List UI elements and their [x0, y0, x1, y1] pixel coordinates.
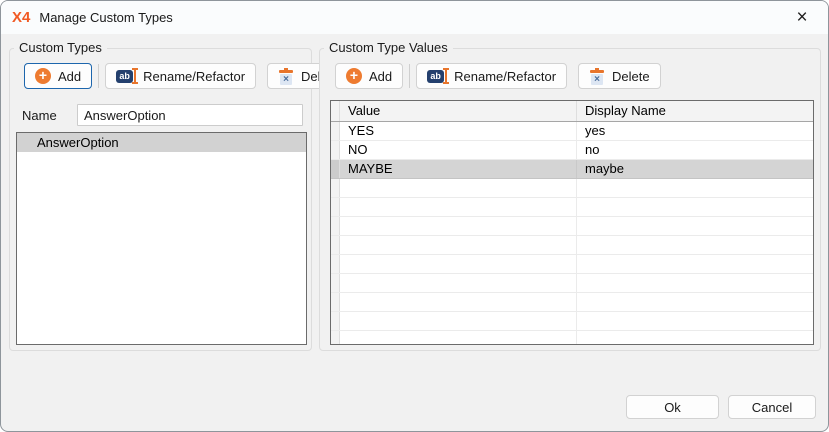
add-value-button[interactable]: Add: [335, 63, 403, 89]
cell-value[interactable]: [340, 293, 577, 311]
table-row-empty[interactable]: [331, 217, 813, 236]
row-header-cell[interactable]: [331, 160, 340, 178]
cell-display-name[interactable]: yes: [577, 122, 813, 140]
cell-value[interactable]: [340, 217, 577, 235]
row-header-cell[interactable]: [331, 198, 340, 216]
delete-value-label: Delete: [612, 69, 650, 84]
table-row-empty[interactable]: [331, 293, 813, 312]
add-value-label: Add: [369, 69, 392, 84]
cancel-button[interactable]: Cancel: [728, 395, 816, 419]
cell-value[interactable]: MAYBE: [340, 160, 577, 178]
custom-types-group-label: Custom Types: [14, 40, 107, 55]
toolbar-separator: [98, 64, 99, 88]
row-header-cell[interactable]: [331, 236, 340, 254]
type-name-input[interactable]: [77, 104, 303, 126]
row-header-cell[interactable]: [331, 122, 340, 140]
table-row-empty[interactable]: [331, 274, 813, 293]
row-header-cell[interactable]: [331, 141, 340, 159]
table-row-empty[interactable]: [331, 255, 813, 274]
row-header-cell[interactable]: [331, 331, 340, 345]
table-row-empty[interactable]: [331, 312, 813, 331]
values-table: Value Display Name YESyesNOnoMAYBEmaybe: [330, 100, 814, 345]
add-icon: [346, 68, 362, 84]
cell-display-name[interactable]: [577, 255, 813, 273]
cell-value[interactable]: [340, 274, 577, 292]
delete-value-button[interactable]: × Delete: [578, 63, 661, 89]
table-row-empty[interactable]: [331, 198, 813, 217]
custom-type-values-groupbox: Custom Type Values Add ab Rename/Refacto…: [319, 48, 821, 351]
rename-value-label: Rename/Refactor: [454, 69, 556, 84]
cell-display-name[interactable]: [577, 331, 813, 345]
column-header-display-name[interactable]: Display Name: [577, 101, 813, 121]
cell-value[interactable]: [340, 255, 577, 273]
app-logo: X4: [12, 9, 30, 26]
add-type-button[interactable]: Add: [24, 63, 92, 89]
ok-button[interactable]: Ok: [626, 395, 719, 419]
rename-value-button[interactable]: ab Rename/Refactor: [416, 63, 567, 89]
toolbar-separator: [409, 64, 410, 88]
table-row[interactable]: YESyes: [331, 122, 813, 141]
cell-display-name[interactable]: [577, 217, 813, 235]
cell-display-name[interactable]: [577, 274, 813, 292]
cell-display-name[interactable]: [577, 293, 813, 311]
row-header-cell[interactable]: [331, 274, 340, 292]
cell-value[interactable]: [340, 236, 577, 254]
row-header-cell[interactable]: [331, 293, 340, 311]
add-type-label: Add: [58, 69, 81, 84]
rename-type-button[interactable]: ab Rename/Refactor: [105, 63, 256, 89]
name-label: Name: [22, 108, 57, 123]
row-header-corner: [331, 101, 340, 121]
cell-display-name[interactable]: no: [577, 141, 813, 159]
row-header-cell[interactable]: [331, 179, 340, 197]
custom-types-groupbox: Custom Types Add ab Rename/Refactor × De…: [9, 48, 312, 351]
cell-value[interactable]: NO: [340, 141, 577, 159]
row-header-cell[interactable]: [331, 217, 340, 235]
window-title: Manage Custom Types: [39, 10, 172, 25]
cell-display-name[interactable]: maybe: [577, 160, 813, 178]
custom-types-list[interactable]: AnswerOption: [16, 132, 307, 345]
cell-display-name[interactable]: [577, 312, 813, 330]
custom-type-values-toolbar: Add ab Rename/Refactor × Delete: [335, 63, 661, 89]
row-header-cell[interactable]: [331, 255, 340, 273]
titlebar: X4 Manage Custom Types ×: [1, 1, 828, 34]
custom-types-toolbar: Add ab Rename/Refactor × Delete: [24, 63, 350, 89]
cell-display-name[interactable]: [577, 198, 813, 216]
row-header-cell[interactable]: [331, 312, 340, 330]
manage-custom-types-dialog: X4 Manage Custom Types × Custom Types Ad…: [0, 0, 829, 432]
table-row-empty[interactable]: [331, 236, 813, 255]
list-item[interactable]: AnswerOption: [17, 133, 306, 152]
table-row-empty[interactable]: [331, 331, 813, 345]
rename-icon: ab: [116, 68, 136, 84]
rename-icon: ab: [427, 68, 447, 84]
values-table-header: Value Display Name: [331, 101, 813, 122]
rename-type-label: Rename/Refactor: [143, 69, 245, 84]
cell-value[interactable]: [340, 198, 577, 216]
cell-display-name[interactable]: [577, 179, 813, 197]
cell-value[interactable]: [340, 331, 577, 345]
close-icon[interactable]: ×: [789, 5, 815, 31]
delete-icon: ×: [278, 68, 294, 85]
table-row[interactable]: MAYBEmaybe: [331, 160, 813, 179]
delete-icon: ×: [589, 68, 605, 85]
cell-value[interactable]: [340, 312, 577, 330]
custom-type-values-group-label: Custom Type Values: [324, 40, 453, 55]
add-icon: [35, 68, 51, 84]
column-header-value[interactable]: Value: [340, 101, 577, 121]
cell-value[interactable]: [340, 179, 577, 197]
table-row-empty[interactable]: [331, 179, 813, 198]
cell-display-name[interactable]: [577, 236, 813, 254]
table-row[interactable]: NOno: [331, 141, 813, 160]
values-table-body: YESyesNOnoMAYBEmaybe: [331, 122, 813, 345]
cell-value[interactable]: YES: [340, 122, 577, 140]
